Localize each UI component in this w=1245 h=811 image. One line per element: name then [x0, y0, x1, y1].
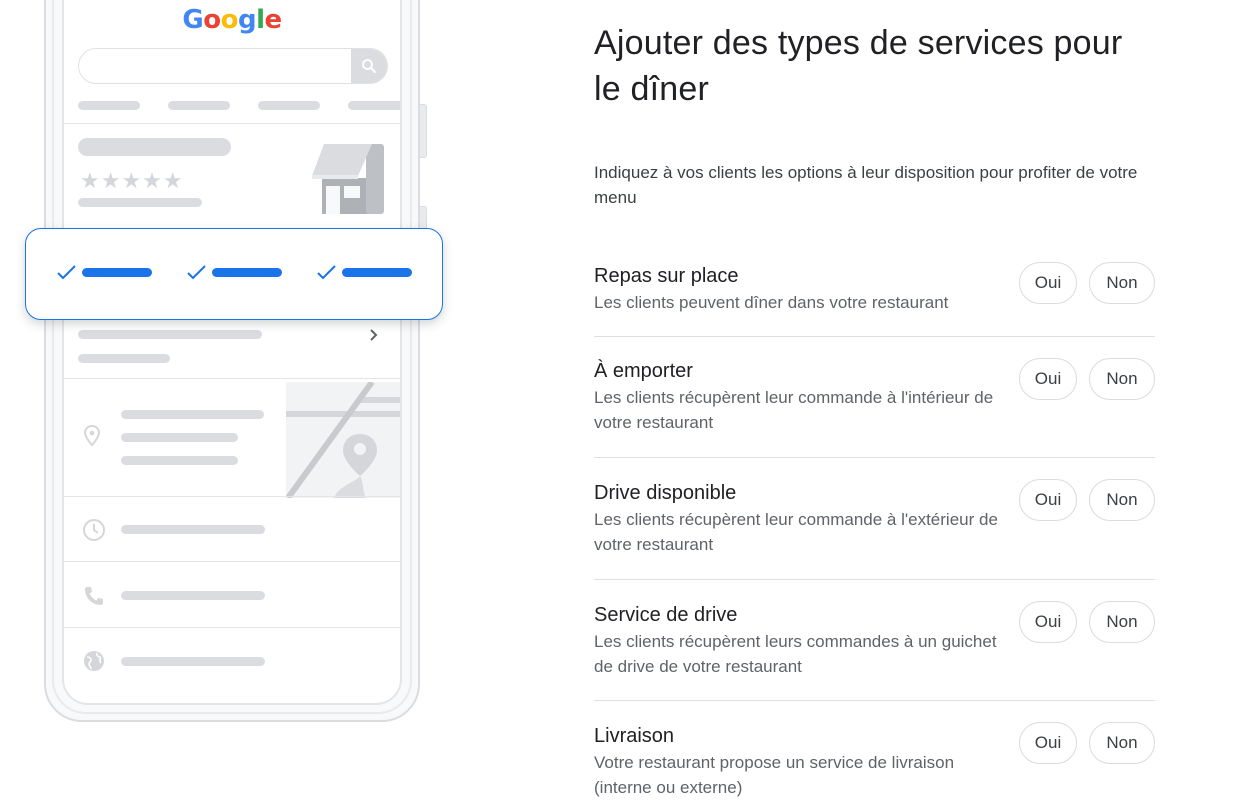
- check-icon: [187, 265, 206, 280]
- yes-button[interactable]: Oui: [1019, 479, 1077, 521]
- yes-button[interactable]: Oui: [1019, 358, 1077, 400]
- yes-button[interactable]: Oui: [1019, 262, 1077, 304]
- service-option-row: Drive disponible Les clients récupèrent …: [594, 458, 1155, 580]
- check-icon: [317, 265, 336, 280]
- search-button-illustration: [351, 49, 387, 83]
- service-description: Les clients récupèrent leur commande à l…: [594, 388, 994, 432]
- page-description: Indiquez à vos clients les options à leu…: [594, 163, 1138, 207]
- phone-placeholder: [121, 591, 265, 600]
- main-content: Ajouter des types de services pour le dî…: [594, 20, 1156, 210]
- tab-placeholder: [348, 101, 400, 110]
- logo-letter: l: [256, 5, 265, 35]
- website-placeholder: [121, 657, 265, 666]
- service-option-row: Livraison Votre restaurant propose un se…: [594, 701, 1155, 811]
- phone-icon: [85, 587, 103, 605]
- yes-no-toggle: Oui Non: [1019, 262, 1155, 304]
- text-placeholder: [78, 330, 262, 339]
- logo-letter: G: [182, 5, 204, 35]
- divider: [64, 627, 400, 628]
- tab-placeholder: [258, 101, 320, 110]
- business-name-placeholder: [78, 138, 231, 156]
- google-logo: Google: [64, 4, 400, 35]
- highlight-bar: [212, 267, 282, 277]
- yes-no-toggle: Oui Non: [1019, 358, 1155, 400]
- divider: [64, 378, 400, 379]
- service-description: Les clients récupèrent leurs commandes à…: [594, 632, 997, 676]
- search-icon: [362, 59, 376, 73]
- service-option-row: À emporter Les clients récupèrent leur c…: [594, 337, 1155, 458]
- phone-side-button: [420, 104, 427, 158]
- service-options-list: Repas sur place Les clients peuvent dîne…: [594, 258, 1155, 811]
- phone-screen: Google ★★★★★: [62, 0, 402, 705]
- globe-icon: [84, 651, 104, 671]
- hours-placeholder: [121, 525, 265, 534]
- highlight-item: [186, 263, 282, 281]
- tab-placeholder: [78, 101, 140, 110]
- divider: [64, 123, 400, 124]
- yes-no-toggle: Oui Non: [1019, 479, 1155, 521]
- map-thumbnail: [286, 382, 400, 498]
- text-placeholder: [78, 198, 202, 207]
- no-button[interactable]: Non: [1089, 262, 1155, 304]
- text-placeholder: [78, 354, 170, 363]
- highlight-bar: [342, 267, 412, 277]
- no-button[interactable]: Non: [1089, 358, 1155, 400]
- yes-button[interactable]: Oui: [1019, 601, 1077, 643]
- divider: [64, 496, 400, 497]
- highlight-item: [56, 263, 152, 281]
- clock-icon: [83, 519, 105, 541]
- service-option-row: Service de drive Les clients récupèrent …: [594, 580, 1155, 701]
- no-button[interactable]: Non: [1089, 601, 1155, 643]
- yes-no-toggle: Oui Non: [1019, 601, 1155, 643]
- divider: [64, 561, 400, 562]
- highlight-item: [316, 263, 412, 281]
- storefront-icon: [312, 144, 384, 214]
- no-button[interactable]: Non: [1089, 479, 1155, 521]
- service-description: Votre restaurant propose un service de l…: [594, 753, 955, 797]
- rating-stars: ★★★★★: [80, 168, 184, 193]
- address-placeholder: [121, 456, 238, 465]
- location-pin-icon: [83, 424, 101, 447]
- chevron-right-icon: [370, 329, 378, 341]
- logo-letter: o: [203, 5, 221, 35]
- address-placeholder: [121, 410, 264, 419]
- no-button[interactable]: Non: [1089, 722, 1155, 764]
- yes-no-toggle: Oui Non: [1019, 722, 1155, 764]
- logo-letter: o: [220, 5, 239, 35]
- map-illustration: [286, 382, 400, 498]
- service-description: Les clients peuvent dîner dans votre res…: [594, 293, 949, 312]
- check-icon: [57, 265, 76, 280]
- yes-button[interactable]: Oui: [1019, 722, 1077, 764]
- address-placeholder: [121, 433, 238, 442]
- logo-letter: g: [237, 5, 257, 35]
- highlight-bar: [82, 267, 152, 277]
- tab-placeholder: [168, 101, 230, 110]
- service-description: Les clients récupèrent leur commande à l…: [594, 510, 998, 554]
- search-bar-illustration: [78, 48, 388, 84]
- service-option-row: Repas sur place Les clients peuvent dîne…: [594, 258, 1155, 337]
- service-options-highlight-card: [25, 228, 443, 320]
- logo-letter: e: [264, 5, 283, 35]
- page-title: Ajouter des types de services pour le dî…: [594, 24, 1123, 108]
